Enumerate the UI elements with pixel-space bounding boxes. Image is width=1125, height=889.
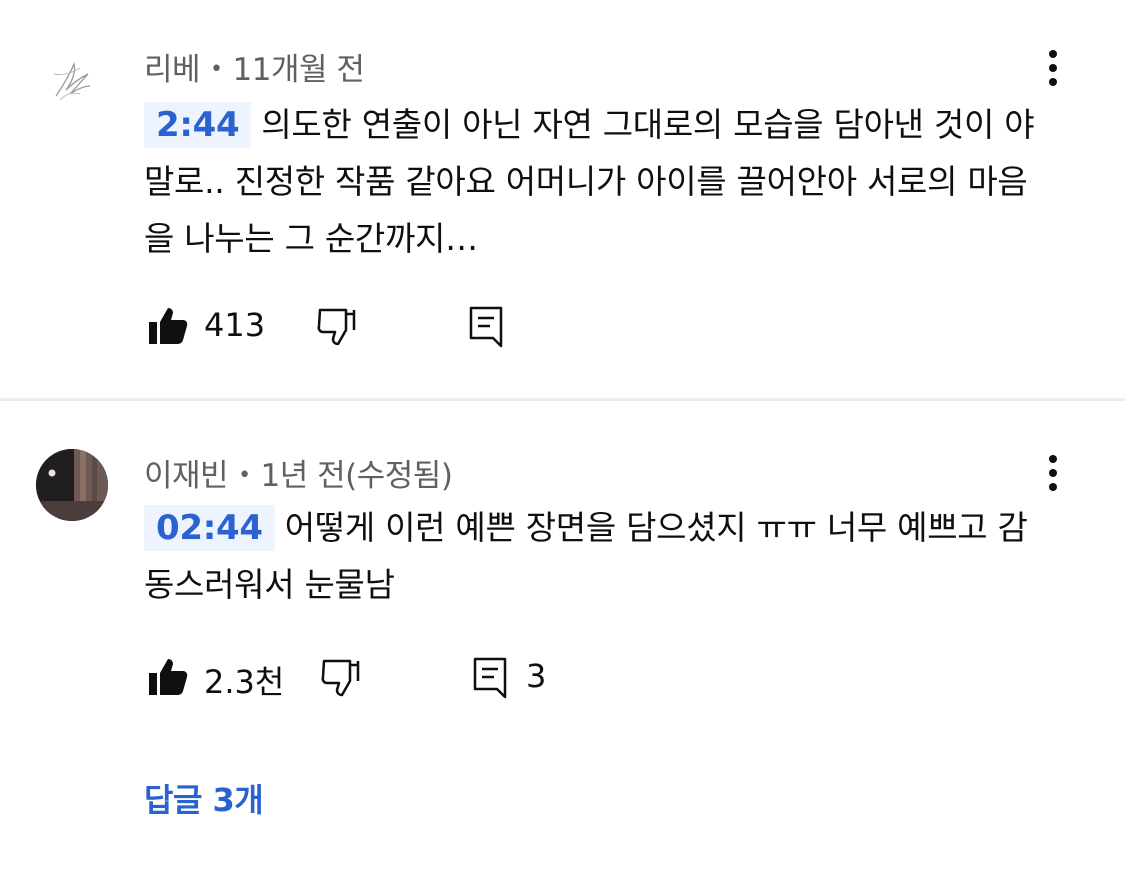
- more-vert-icon[interactable]: [1033, 449, 1073, 497]
- comments-page: 리베 • 11개월 전 2:44 의도한 연출이 아닌 자연 그대로의 모습을 담아낸…: [0, 0, 1125, 889]
- signature-avatar-image: [53, 61, 91, 101]
- reply-icon[interactable]: [470, 653, 514, 701]
- separator-dot: •: [238, 463, 251, 488]
- dislike-icon[interactable]: [320, 653, 364, 701]
- comment-time: 11개월 전: [232, 52, 365, 88]
- view-replies-link[interactable]: 답글 3개: [144, 775, 264, 821]
- dislike-icon[interactable]: [316, 302, 360, 350]
- avatar[interactable]: [36, 44, 108, 116]
- timestamp-link[interactable]: 02:44: [144, 505, 275, 551]
- reply-count: 3: [526, 657, 547, 695]
- more-vert-icon[interactable]: [1033, 44, 1073, 92]
- comment-item: 리베 • 11개월 전 2:44 의도한 연출이 아닌 자연 그대로의 모습을 담아낸…: [0, 0, 1125, 398]
- like-icon[interactable]: [146, 653, 190, 701]
- separator-dot: •: [210, 57, 223, 82]
- profile-avatar-image: [36, 449, 108, 521]
- comment-time: 1년 전(수정됨): [260, 458, 453, 494]
- comment-text: 02:44 어떻게 이런 예쁜 장면을 담으셨지 ㅠㅠ 너무 예쁘고 감동스러워서…: [144, 499, 1044, 613]
- like-icon[interactable]: [146, 302, 190, 350]
- avatar[interactable]: [36, 449, 108, 521]
- comment-author[interactable]: 이재빈: [144, 458, 229, 494]
- comment-body: 어떻게 이런 예쁜 장면을 담으셨지 ㅠㅠ 너무 예쁘고 감동스러워서 눈물남: [144, 508, 1028, 604]
- comment-text: 2:44 의도한 연출이 아닌 자연 그대로의 모습을 담아낸 것이 야말로.. …: [144, 96, 1044, 267]
- timestamp-link[interactable]: 2:44: [144, 102, 252, 148]
- comment-author[interactable]: 리베: [144, 52, 201, 88]
- like-count: 413: [204, 306, 266, 344]
- reply-icon[interactable]: [466, 302, 510, 350]
- like-count: 2.3천: [204, 663, 285, 701]
- comment-body: 의도한 연출이 아닌 자연 그대로의 모습을 담아낸 것이 야말로.. 진정한 …: [144, 105, 1035, 258]
- comment-header: 이재빈 • 1년 전(수정됨): [144, 450, 453, 495]
- comment-header: 리베 • 11개월 전: [144, 44, 365, 89]
- comment-item: 이재빈 • 1년 전(수정됨) 02:44 어떻게 이런 예쁜 장면을 담으셨지 ㅠㅠ…: [0, 401, 1125, 889]
